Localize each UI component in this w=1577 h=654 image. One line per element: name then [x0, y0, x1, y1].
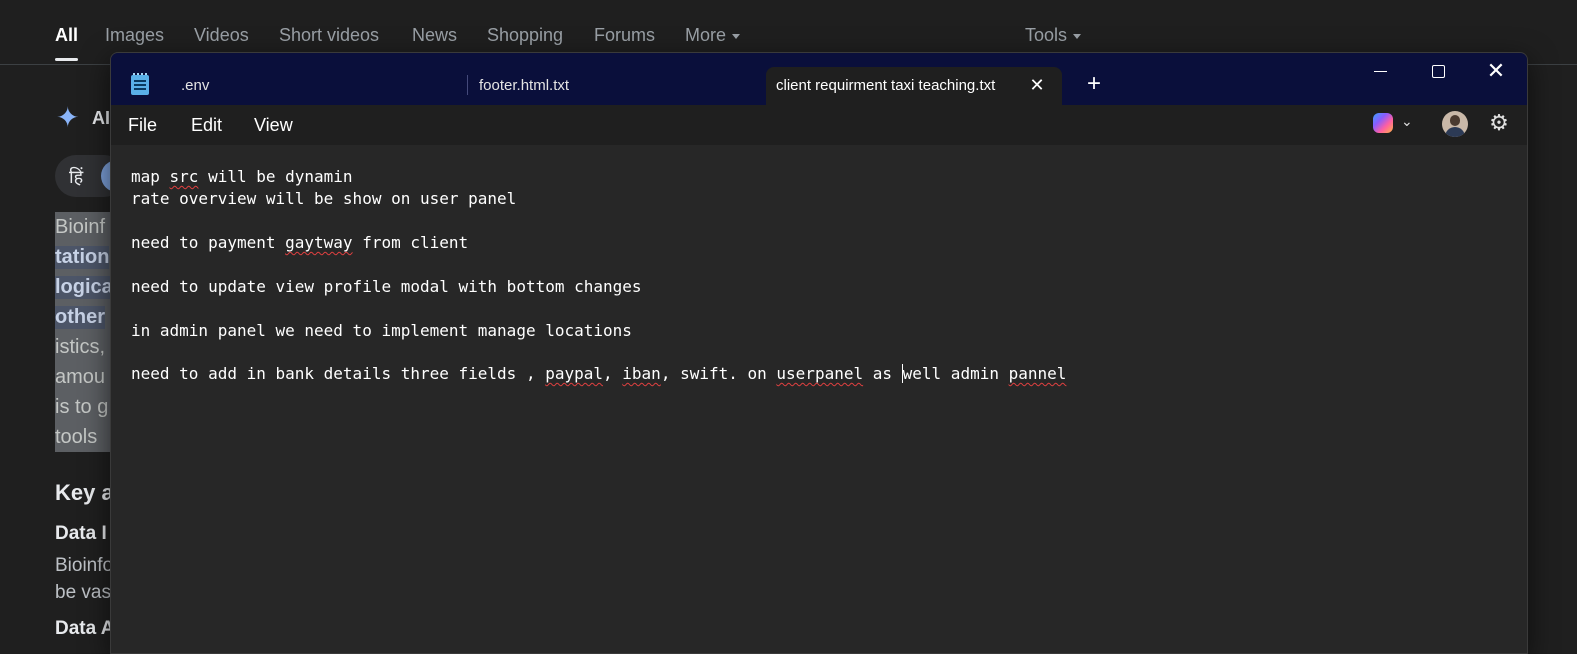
text-segment: will be dynamin: [198, 167, 353, 186]
editor-line: map src will be dynamin: [131, 167, 353, 186]
editor-line: in admin panel we need to implement mana…: [131, 321, 632, 340]
tab-label: .env: [181, 77, 210, 94]
subsection-heading: Data I: [55, 523, 107, 544]
text-segment: need to add in bank details three fields…: [131, 364, 546, 383]
title-bar[interactable]: .env footer.html.txt client requirment t…: [111, 53, 1527, 105]
tools-button[interactable]: Tools: [1025, 25, 1082, 46]
overview-text-line: Bioinf: [55, 216, 106, 238]
tab-short-videos[interactable]: Short videos: [279, 25, 379, 46]
text-segment: from client: [352, 233, 469, 252]
close-icon[interactable]: ✕: [1478, 59, 1514, 83]
tab-all[interactable]: All: [55, 25, 79, 61]
misspelled-word[interactable]: paypal: [545, 364, 603, 383]
close-tab-icon[interactable]: ✕: [1028, 76, 1046, 94]
tab-label: footer.html.txt: [479, 77, 570, 94]
overview-text-line: tation: [55, 246, 110, 269]
ai-overview-label: AI: [92, 108, 110, 128]
overview-text-line: tools: [55, 426, 98, 448]
misspelled-word[interactable]: iban: [622, 364, 661, 383]
notepad-window: .env footer.html.txt client requirment t…: [110, 52, 1528, 654]
text-segment: , swift. on: [660, 364, 777, 383]
tab-env[interactable]: .env: [167, 67, 467, 105]
chevron-down-icon: [732, 33, 741, 39]
tab-label: client requirment taxi teaching.txt: [776, 77, 996, 94]
text-segment: map: [131, 167, 170, 186]
overview-text-line: logica: [55, 276, 113, 299]
tab-shopping[interactable]: Shopping: [487, 25, 563, 46]
body-text: Bioinfo: [55, 555, 114, 576]
tab-more-label: More: [685, 25, 727, 45]
text-segment: ,: [603, 364, 623, 383]
copilot-icon[interactable]: [1373, 113, 1393, 133]
misspelled-word[interactable]: pannel: [1009, 364, 1067, 383]
menu-view[interactable]: View: [254, 115, 293, 136]
text-segment: well admin: [902, 364, 1009, 383]
minimize-icon[interactable]: [1363, 59, 1399, 83]
text-segment: need to payment: [131, 233, 286, 252]
editor-line: need to add in bank details three fields…: [131, 364, 1066, 383]
text-segment: as: [863, 364, 902, 383]
maximize-icon[interactable]: [1420, 59, 1456, 83]
tab-footer-html[interactable]: footer.html.txt: [469, 67, 765, 105]
text-editor[interactable]: map src will be dynamin rate overview wi…: [111, 145, 1527, 653]
overview-text-line: is to g: [55, 396, 109, 418]
misspelled-word[interactable]: userpanel: [776, 364, 863, 383]
tab-images[interactable]: Images: [105, 25, 164, 46]
chevron-down-icon: [1073, 33, 1082, 39]
misspelled-word[interactable]: gaytway: [285, 233, 352, 252]
tab-videos[interactable]: Videos: [194, 25, 249, 46]
menu-edit[interactable]: Edit: [191, 115, 222, 136]
tab-divider: [467, 75, 468, 95]
tab-news[interactable]: News: [412, 25, 457, 46]
tab-client-requirement[interactable]: client requirment taxi teaching.txt ✕: [766, 67, 1062, 105]
chevron-down-icon[interactable]: ⌄: [1401, 113, 1413, 130]
sparkle-icon: ✦: [56, 102, 80, 133]
overview-text-line: amou: [55, 366, 106, 388]
notepad-icon: [131, 73, 149, 95]
tab-forums[interactable]: Forums: [594, 25, 655, 46]
overview-text-line: other: [55, 306, 105, 329]
subsection-heading: Data A: [55, 618, 115, 639]
editor-line: need to update view profile modal with b…: [131, 277, 642, 296]
section-heading: Key a: [55, 480, 114, 505]
overview-text-line: istics,: [55, 336, 105, 358]
avatar[interactable]: [1442, 111, 1468, 137]
gear-icon[interactable]: ⚙: [1487, 111, 1511, 135]
editor-line: need to payment gaytway from client: [131, 233, 468, 252]
misspelled-word[interactable]: src: [170, 167, 199, 186]
language-label: हिं: [69, 167, 84, 187]
new-tab-plus-icon[interactable]: +: [1083, 72, 1105, 96]
menu-file[interactable]: File: [128, 115, 157, 136]
menu-bar: File Edit View ⌄ ⚙: [111, 105, 1527, 145]
tab-more[interactable]: More: [685, 25, 741, 46]
tools-label: Tools: [1025, 25, 1068, 45]
body-text: be vas: [55, 582, 111, 603]
editor-line: rate overview will be show on user panel: [131, 189, 517, 208]
